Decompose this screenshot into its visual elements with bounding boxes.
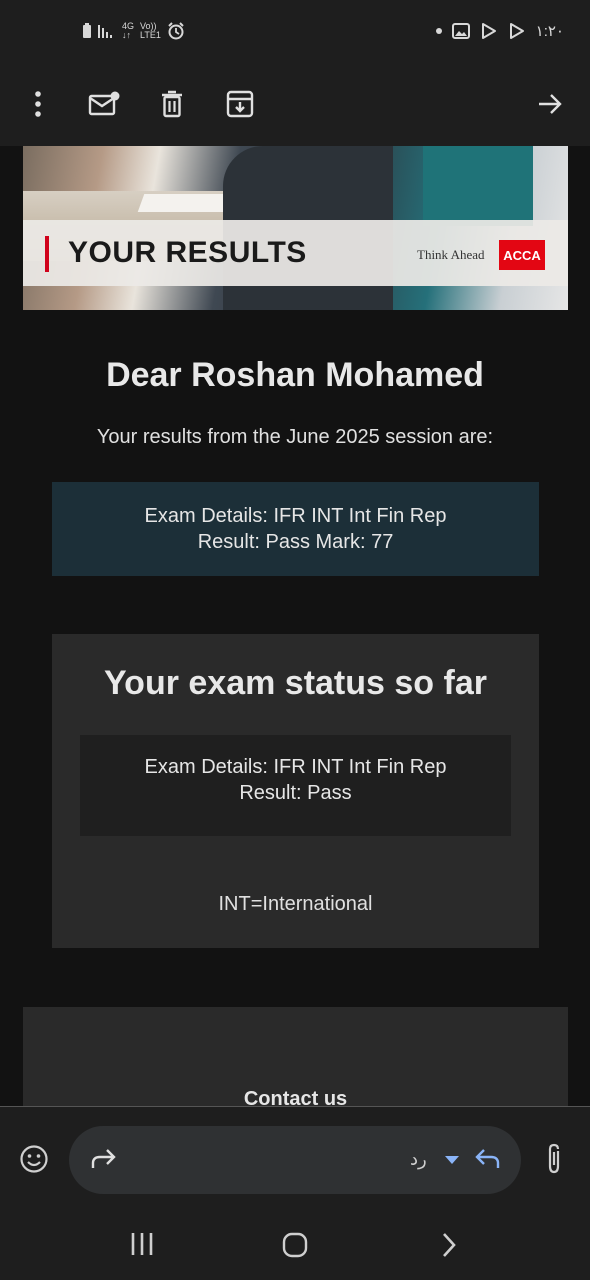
result-pass-mark: Result: Pass Mark: 77 bbox=[197, 531, 394, 553]
archive-icon bbox=[226, 90, 254, 118]
greeting-heading: Dear Roshan Mohamed bbox=[106, 356, 484, 394]
forward-arrow-icon bbox=[539, 94, 562, 114]
banner-tagline: Think Ahead bbox=[417, 247, 485, 262]
banner-title-strip: YOUR RESULTS Think Ahead ACCA bbox=[23, 220, 568, 286]
status-right: ١:٢٠ bbox=[435, 22, 564, 40]
data-arrows: ↓↑ bbox=[122, 30, 131, 40]
emoji-icon bbox=[20, 1145, 48, 1173]
forward-button[interactable] bbox=[87, 1144, 121, 1176]
status-left: 4G ↓↑ Vo)) LTE1 bbox=[82, 22, 185, 40]
network-indicator: 4G ↓↑ bbox=[122, 22, 134, 40]
reply-button[interactable] bbox=[469, 1144, 505, 1176]
delete-button[interactable] bbox=[152, 84, 192, 124]
notification-dot-icon bbox=[435, 28, 442, 34]
next-email-button[interactable] bbox=[530, 84, 570, 124]
clock: ١:٢٠ bbox=[535, 23, 564, 40]
recents-icon bbox=[131, 1233, 153, 1255]
banner-title: YOUR RESULTS bbox=[68, 236, 307, 269]
reply-bar: رد bbox=[0, 1106, 590, 1206]
attach-button[interactable] bbox=[539, 1141, 569, 1177]
exam-status-card: Your exam status so far Exam Details: IF… bbox=[52, 634, 539, 948]
more-vert-icon bbox=[35, 91, 41, 117]
result-exam-details: Exam Details: IFR INT Int Fin Rep bbox=[144, 505, 447, 527]
lte-label: LTE1 bbox=[140, 30, 161, 40]
alarm-icon bbox=[168, 22, 184, 40]
exam-status-box: Exam Details: IFR INT Int Fin Rep Result… bbox=[80, 735, 511, 836]
back-button[interactable] bbox=[434, 1230, 464, 1260]
banner-red-bar bbox=[45, 236, 49, 272]
email-toolbar bbox=[0, 66, 590, 146]
status-bar: 4G ↓↑ Vo)) LTE1 ١:٢٠ bbox=[0, 0, 590, 66]
play-store-icon bbox=[509, 23, 524, 39]
system-nav-bar bbox=[0, 1206, 590, 1280]
reply-icon bbox=[475, 1149, 500, 1168]
home-button[interactable] bbox=[278, 1230, 312, 1260]
email-body: YOUR RESULTS Think Ahead ACCA Dear Rosha… bbox=[0, 146, 590, 1106]
banner-student-shirt bbox=[423, 146, 533, 226]
delete-icon bbox=[162, 90, 182, 118]
more-options-button[interactable] bbox=[18, 84, 58, 124]
signal-icon bbox=[98, 25, 112, 38]
int-note: INT=International bbox=[218, 893, 373, 915]
reply-input-pill[interactable]: رد bbox=[69, 1126, 521, 1194]
acca-logo: ACCA bbox=[499, 240, 545, 270]
back-icon bbox=[443, 1233, 456, 1257]
reply-label: رد bbox=[410, 1149, 427, 1169]
mark-unread-button[interactable] bbox=[84, 84, 124, 124]
reply-options-dropdown[interactable] bbox=[442, 1152, 462, 1168]
play-store-icon bbox=[481, 23, 496, 39]
contact-card: Contact us bbox=[23, 1007, 568, 1106]
home-icon bbox=[282, 1232, 308, 1258]
volte-indicator: Vo)) LTE1 bbox=[140, 22, 161, 40]
contact-heading: Contact us bbox=[243, 1088, 348, 1106]
status-exam-details: Exam Details: IFR INT Int Fin Rep bbox=[144, 756, 447, 778]
session-text: Your results from the June 2025 session … bbox=[96, 426, 494, 448]
status-result: Result: Pass bbox=[239, 782, 352, 804]
mark-unread-icon bbox=[88, 91, 120, 116]
dropdown-icon bbox=[445, 1156, 459, 1164]
archive-button[interactable] bbox=[220, 84, 260, 124]
forward-icon bbox=[91, 1149, 116, 1168]
battery-icon bbox=[83, 23, 91, 38]
attach-icon bbox=[548, 1143, 560, 1174]
result-box: Exam Details: IFR INT Int Fin Rep Result… bbox=[52, 482, 539, 576]
exam-status-title: Your exam status so far bbox=[104, 664, 487, 702]
gallery-icon bbox=[451, 23, 470, 39]
recents-button[interactable] bbox=[124, 1230, 160, 1258]
emoji-button[interactable] bbox=[16, 1141, 52, 1177]
